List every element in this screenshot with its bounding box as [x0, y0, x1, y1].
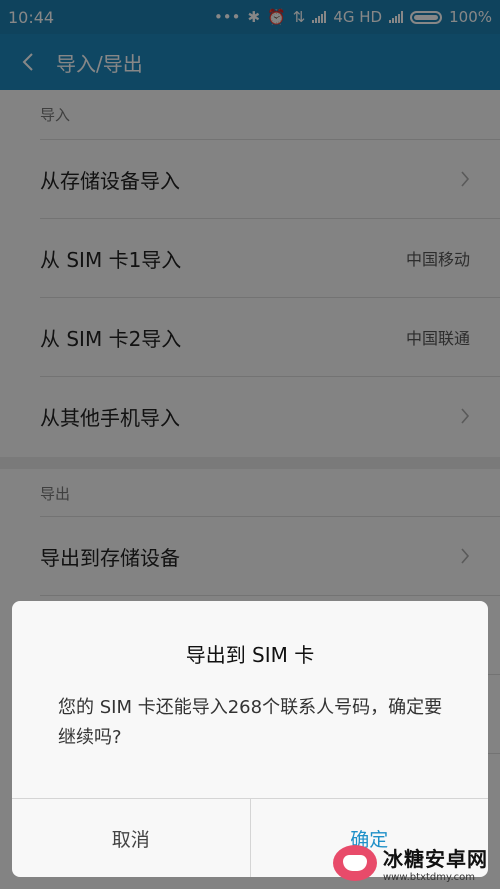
- watermark-url: www.btxtdmy.com: [383, 872, 476, 883]
- watermark-text: 冰糖安卓网 www.btxtdmy.com: [383, 843, 488, 883]
- dialog-title: 导出到 SIM 卡: [185, 643, 315, 667]
- export-to-sim-dialog: 导出到 SIM 卡 您的 SIM 卡还能导入268个联系人号码，确定要继续吗? …: [12, 601, 488, 877]
- cancel-button[interactable]: 取消: [12, 799, 251, 877]
- watermark-name: 冰糖安卓网: [383, 847, 488, 871]
- watermark: 冰糖安卓网 www.btxtdmy.com: [333, 843, 488, 883]
- watermark-logo-icon: [333, 845, 377, 881]
- dialog-message: 您的 SIM 卡还能导入268个联系人号码，确定要继续吗?: [58, 697, 443, 748]
